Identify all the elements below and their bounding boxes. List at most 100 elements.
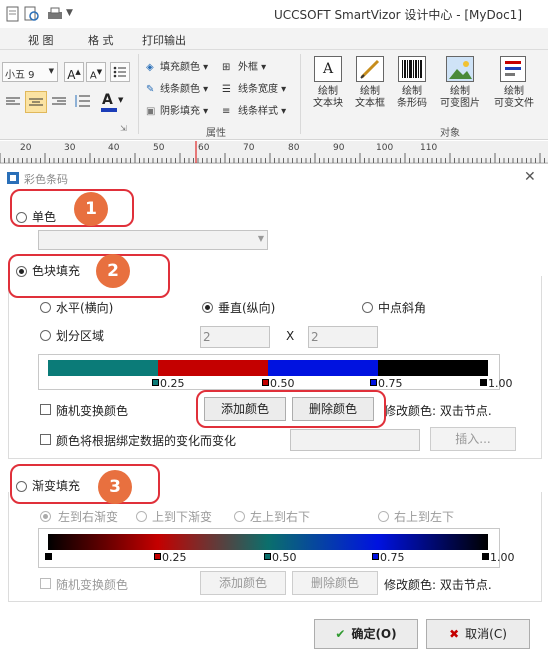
dialog-app-icon [6,171,20,185]
dialog-launcher-icon[interactable]: ⇲ [120,124,127,133]
shadow-icon: ▣ [146,106,156,117]
text-box-icon [356,56,384,82]
cancel-button[interactable]: ✖ 取消(C) [426,619,530,649]
color-stop-label: 1.00 [488,377,513,390]
color-stop-marker[interactable] [262,379,269,386]
insert-button[interactable]: 插入... [430,427,516,451]
border-button[interactable]: ⊞ 外框 ▾ [222,58,266,73]
font-color-icon[interactable]: A ▼ [100,92,126,114]
divide-regions-radio[interactable] [40,330,51,341]
gradient-stop-label: 1.00 [490,551,515,564]
title-bar: ▼ UCCSOFT SmartVizor 设计中心 - [MyDoc1] [0,0,548,28]
vertical-radio[interactable] [202,302,213,313]
line-style-label: 线条样式 [238,106,278,117]
line-color-button[interactable]: ✎ 线条颜色 ▾ [146,80,208,95]
ribbon-separator [138,54,139,134]
draw-barcode-button[interactable]: 绘制 条形码 [392,56,432,122]
bind-data-input[interactable] [290,429,420,451]
horizontal-radio[interactable] [40,302,51,313]
region-count-b-input[interactable]: 2 [308,326,378,348]
left-to-right-label: 左到右渐变 [58,510,119,524]
draw-variable-file-button[interactable]: 绘制 可变文件 [488,56,540,122]
tab-format[interactable]: 格 式 [88,32,114,48]
align-left-icon[interactable] [4,92,24,112]
solid-color-select[interactable]: ▼ [38,230,268,250]
tab-view[interactable]: 视 图 [28,32,54,48]
ok-label: 确定(O) [351,627,397,641]
line-style-button[interactable]: ≡ 线条样式 ▾ [222,102,286,117]
close-icon[interactable]: ✕ [524,169,536,185]
bind-data-checkbox[interactable] [40,434,51,445]
bullet-list-icon[interactable] [110,62,130,82]
document-icon[interactable] [6,6,22,22]
draw-variable-image-button[interactable]: 绘制 可变图片 [436,56,484,122]
tab-print-output[interactable]: 打印输出 [142,32,186,48]
color-stop-marker[interactable] [152,379,159,386]
block-segment-red [158,360,268,376]
print-preview-icon[interactable] [24,6,40,21]
gradient-stop-marker[interactable] [264,553,271,560]
delete-color-button-2[interactable]: 删除颜色 [292,571,378,595]
region-count-a-input[interactable]: 2 [200,326,270,348]
line-width-button[interactable]: ☰ 线条宽度 ▾ [222,80,286,95]
center-diagonal-radio[interactable] [362,302,373,313]
color-stop-marker[interactable] [480,379,487,386]
font-size-select[interactable]: 小五 9 ▼ [2,62,58,82]
draw-text-box-button[interactable]: 绘制 文本框 [350,56,390,122]
grow-font-icon[interactable]: A▲ [64,62,84,82]
annotation-badge-2: 2 [96,254,130,288]
check-icon: ✔ [335,627,346,641]
quick-access-dropdown-icon[interactable]: ▼ [66,8,73,18]
line-color-label: 线条颜色 [160,84,200,95]
draw-text-block-label: 绘制 文本块 [313,86,343,109]
fill-color-label: 填充颜色 [160,62,200,73]
left-to-right-radio[interactable] [40,511,51,522]
color-stop-label: 0.25 [160,377,185,390]
ribbon-separator [300,54,301,134]
color-barcode-dialog: 彩色条码 ✕ 单色 ▼ 色块填充 水平(横向) 垂直(纵向) 中点斜角 划分区域… [0,163,548,663]
annotation-box-buttons [196,390,386,428]
printer-icon[interactable] [46,6,62,20]
modify-color-hint-2: 修改颜色: 双击节点. [384,578,492,592]
random-color-checkbox-2[interactable] [40,578,51,589]
ribbon-tabs: 视 图 格 式 打印输出 [0,28,548,50]
line-spacing-icon[interactable] [74,92,94,112]
horizontal-ruler: 20 30 40 50 60 70 80 90 100 110 [0,141,548,163]
text-block-icon: A [314,56,342,82]
ruler-label: 90 [333,143,345,153]
ok-button[interactable]: ✔ 确定(O) [314,619,418,649]
align-right-icon[interactable] [50,92,70,112]
gradient-stop-label: 0.50 [272,551,297,564]
draw-text-block-button[interactable]: A 绘制 文本块 [308,56,348,122]
line-width-icon: ☰ [222,84,231,95]
topleft-to-bottomright-label: 左上到右下 [250,510,311,524]
chevron-down-icon: ▼ [257,234,264,243]
barcode-icon [398,56,426,82]
ruler-label: 100 [376,143,394,153]
shadow-fill-button[interactable]: ▣ 阴影填充 ▾ [146,102,208,117]
block-color-bar [48,360,488,376]
gradient-stop-marker[interactable] [45,553,52,560]
color-stop-marker[interactable] [370,379,377,386]
shrink-font-icon[interactable]: A▼ [86,62,106,82]
shadow-fill-label: 阴影填充 [160,106,200,117]
top-to-bottom-radio[interactable] [136,511,147,522]
topleft-to-bottomright-radio[interactable] [234,511,245,522]
fill-color-button[interactable]: ◈ 填充颜色 ▾ [146,58,208,73]
gradient-stop-marker[interactable] [372,553,379,560]
gradient-stop-marker[interactable] [154,553,161,560]
gradient-stop-marker[interactable] [482,553,489,560]
cancel-label: 取消(C) [465,627,507,641]
horizontal-label: 水平(横向) [56,301,114,315]
add-color-button-2[interactable]: 添加颜色 [200,571,286,595]
divide-regions-label: 划分区域 [56,329,105,343]
vertical-label: 垂直(纵向) [218,301,276,315]
topright-to-bottomleft-radio[interactable] [378,511,389,522]
group-property-label: 属性 [206,128,226,139]
gradient-color-bar [48,534,488,550]
gradient-stop-label: 0.25 [162,551,187,564]
random-color-checkbox[interactable] [40,404,51,415]
ruler-label: 30 [64,143,76,153]
align-center-icon[interactable] [25,91,47,113]
annotation-box-2 [8,254,170,298]
